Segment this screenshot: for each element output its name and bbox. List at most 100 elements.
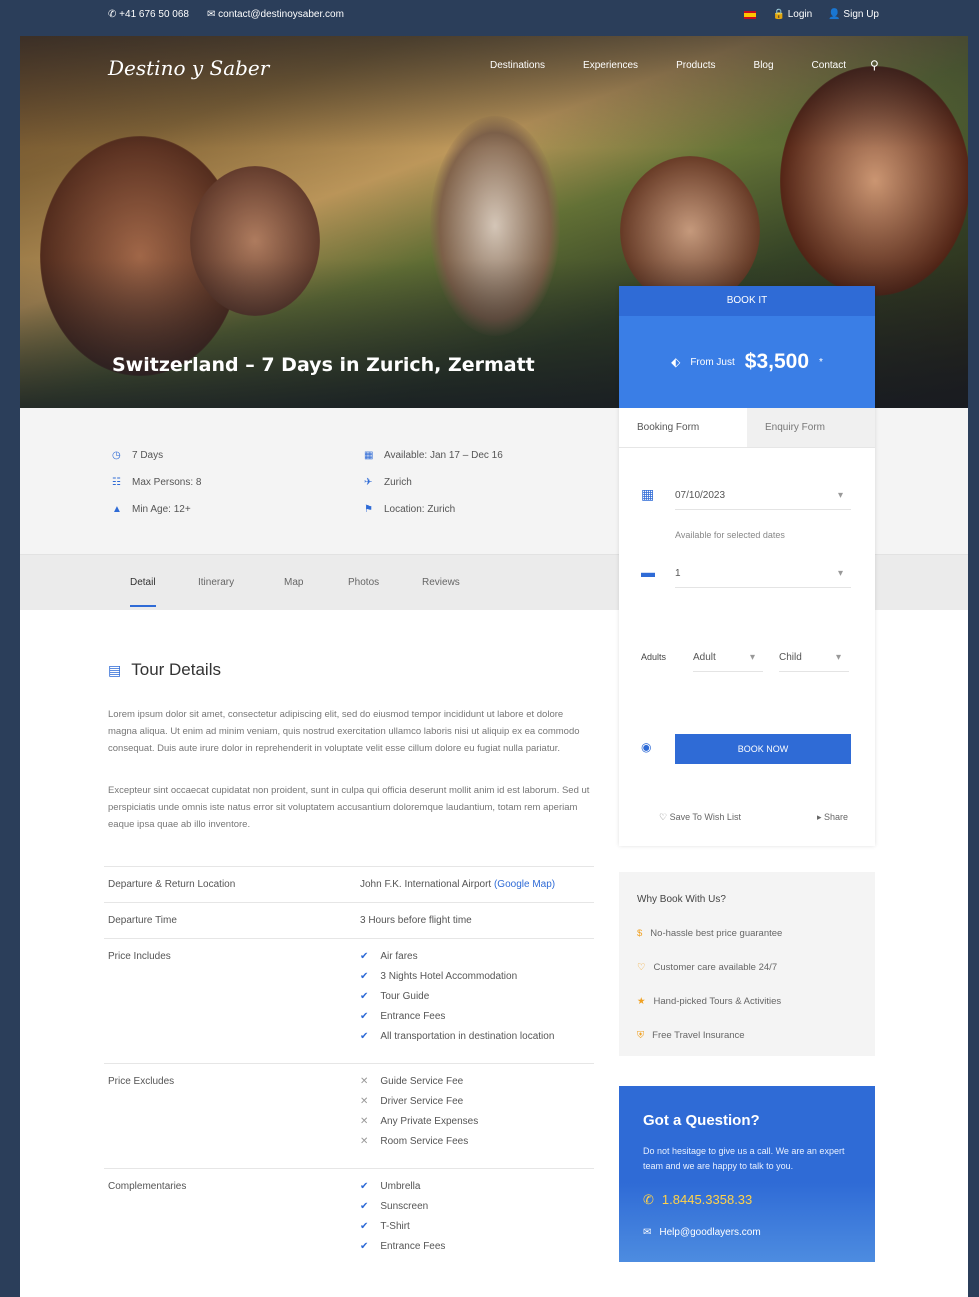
calendar-icon: ▦ xyxy=(364,450,374,461)
date-help-text: Available for selected dates xyxy=(675,530,785,540)
check-icon: ✔ xyxy=(360,1241,369,1252)
meta-max-persons: ☷ Max Persons: 8 xyxy=(112,477,202,488)
child-select[interactable]: Child ▾ xyxy=(779,644,849,672)
nav-item-products[interactable]: Products xyxy=(676,60,715,71)
tag-icon: ⬖ xyxy=(671,355,681,369)
nav-item-destinations[interactable]: Destinations xyxy=(490,60,545,71)
list-item: ⛨ Free Travel Insurance xyxy=(637,1030,745,1041)
check-icon: ✔ xyxy=(360,1181,369,1192)
list-item: ✔ Air fares xyxy=(360,951,418,962)
list-item: ✔ Entrance Fees xyxy=(360,1011,446,1022)
top-bar: ✆ +41 676 50 068 ✉ contact@destinoysaber… xyxy=(0,0,979,32)
plane-icon: ✈ xyxy=(364,477,373,488)
user-icon: 👤 xyxy=(828,9,844,20)
list-item: ✔ Sunscreen xyxy=(360,1201,429,1212)
list-item: ★ Hand-picked Tours & Activities xyxy=(637,996,782,1007)
list-item: ✔ Umbrella xyxy=(360,1181,421,1192)
meta-location: ⚑ Location: Zurich xyxy=(364,504,456,515)
signup-link[interactable]: 👤 Sign Up xyxy=(828,9,879,20)
clock-icon: ◷ xyxy=(112,450,121,461)
chevron-down-icon: ▾ xyxy=(837,568,843,579)
document-icon: ▤ xyxy=(108,661,122,678)
tab-reviews[interactable]: Reviews xyxy=(422,577,460,588)
google-map-link[interactable]: (Google Map) xyxy=(494,879,555,890)
list-item: ✔ Tour Guide xyxy=(360,991,430,1002)
check-icon: ✔ xyxy=(360,971,369,982)
phone-icon: ✆ xyxy=(108,9,120,20)
meta-duration: ◷ 7 Days xyxy=(112,450,164,461)
tour-description-extra: Excepteur sint occaecat cupidatat non pr… xyxy=(108,785,590,830)
list-item: $ No-hassle best price guarantee xyxy=(637,928,783,939)
login-link[interactable]: 🔒 Login xyxy=(772,9,812,20)
tour-details-heading: ▤ Tour Details xyxy=(108,660,221,679)
question-email[interactable]: ✉ Help@goodlayers.com xyxy=(643,1227,761,1238)
check-icon: ✔ xyxy=(360,1221,369,1232)
search-icon[interactable]: ⚲ xyxy=(870,58,879,72)
question-box: Got a Question? Do not hesitage to give … xyxy=(619,1086,875,1262)
spanish-flag-icon[interactable] xyxy=(744,10,757,19)
guests-select[interactable]: 1 ▾ xyxy=(675,560,851,588)
location-pin-icon: ⚑ xyxy=(364,504,373,515)
radio-icon[interactable]: ◉ xyxy=(641,740,651,754)
tab-detail[interactable]: Detail xyxy=(130,577,156,607)
cross-icon: ✕ xyxy=(360,1076,369,1087)
tab-itinerary[interactable]: Itinerary xyxy=(198,577,234,588)
person-icon: ▲ xyxy=(112,504,122,515)
meta-departure: ✈ Zurich xyxy=(364,477,412,488)
share-icon: ▸ xyxy=(817,812,825,822)
question-phone[interactable]: ✆ 1.8445.3358.33 xyxy=(643,1192,752,1208)
table-row: Departure Time 3 Hours before flight tim… xyxy=(104,902,594,938)
group-icon: ☷ xyxy=(112,477,121,488)
site-logo[interactable]: Destino y Saber xyxy=(108,56,269,80)
check-icon: ✔ xyxy=(360,991,369,1002)
check-icon: ✔ xyxy=(360,1031,369,1042)
adult-select[interactable]: Adult ▾ xyxy=(693,644,763,672)
list-item: ✕ Any Private Expenses xyxy=(360,1116,479,1127)
calendar-icon: ▦ xyxy=(641,486,655,502)
star-icon: ★ xyxy=(637,996,646,1007)
price-box: ⬖ From Just $3,500 * xyxy=(619,316,875,408)
email-item[interactable]: ✉ contact@destinoysaber.com xyxy=(207,9,344,20)
adults-label: Adults xyxy=(641,652,667,662)
list-item: ✔ Entrance Fees xyxy=(360,1241,446,1252)
heart-icon: ♡ xyxy=(659,812,670,822)
share-link[interactable]: ▸ Share xyxy=(817,812,848,823)
check-icon: ✔ xyxy=(360,1011,369,1022)
tab-booking-form[interactable]: Booking Form xyxy=(619,408,747,447)
chevron-down-icon: ▾ xyxy=(835,652,841,663)
booking-widget: BOOK IT ⬖ From Just $3,500 * Booking For… xyxy=(619,286,875,846)
meta-min-age: ▲ Min Age: 12+ xyxy=(112,504,191,515)
nav-item-contact[interactable]: Contact xyxy=(812,60,846,71)
wishlist-link[interactable]: ♡ Save To Wish List xyxy=(659,812,741,823)
list-item: ✔ All transportation in destination locat… xyxy=(360,1031,555,1042)
cross-icon: ✕ xyxy=(360,1116,369,1127)
list-item: ✔ T-Shirt xyxy=(360,1221,410,1232)
tab-photos[interactable]: Photos xyxy=(348,577,379,588)
table-row: Price Includes ✔ Air fares ✔ 3 Nights Hote… xyxy=(104,938,594,1063)
tour-description: Lorem ipsum dolor sit amet, consectetur … xyxy=(108,709,580,754)
list-item: ♡ Customer care available 24/7 xyxy=(637,962,778,973)
heart-icon: ♡ xyxy=(637,962,646,973)
phone-item[interactable]: ✆ +41 676 50 068 xyxy=(108,9,189,20)
main-nav: Destinations Experiences Products Blog C… xyxy=(490,60,846,71)
mail-icon: ✉ xyxy=(643,1227,652,1238)
tab-map[interactable]: Map xyxy=(284,577,303,588)
meta-availability: ▦ Available: Jan 17 – Dec 16 xyxy=(364,450,503,461)
tab-enquiry-form[interactable]: Enquiry Form xyxy=(747,408,875,447)
booking-header: BOOK IT xyxy=(619,286,875,316)
page-title: Switzerland – 7 Days in Zurich, Zermatt xyxy=(112,354,535,376)
mail-icon: ✉ xyxy=(206,9,219,20)
table-row: Price Excludes ✕ Guide Service Fee ✕ Drive… xyxy=(104,1063,594,1168)
list-item: ✔ 3 Nights Hotel Accommodation xyxy=(360,971,518,982)
tour-details-table: Departure & Return Location John F.K. In… xyxy=(104,866,594,1273)
guests-icon: ▬ xyxy=(641,564,655,580)
nav-item-experiences[interactable]: Experiences xyxy=(583,60,638,71)
check-icon: ✔ xyxy=(360,951,369,962)
table-row: Complementaries ✔ Umbrella ✔ Sunscreen ✔ T-… xyxy=(104,1168,594,1273)
dollar-icon: $ xyxy=(637,928,643,939)
book-now-button[interactable]: BOOK NOW xyxy=(675,734,851,764)
date-select[interactable]: 07/10/2023 ▾ xyxy=(675,482,851,510)
table-row: Departure & Return Location John F.K. In… xyxy=(104,866,594,902)
nav-item-blog[interactable]: Blog xyxy=(754,60,774,71)
chevron-down-icon: ▾ xyxy=(749,652,755,663)
